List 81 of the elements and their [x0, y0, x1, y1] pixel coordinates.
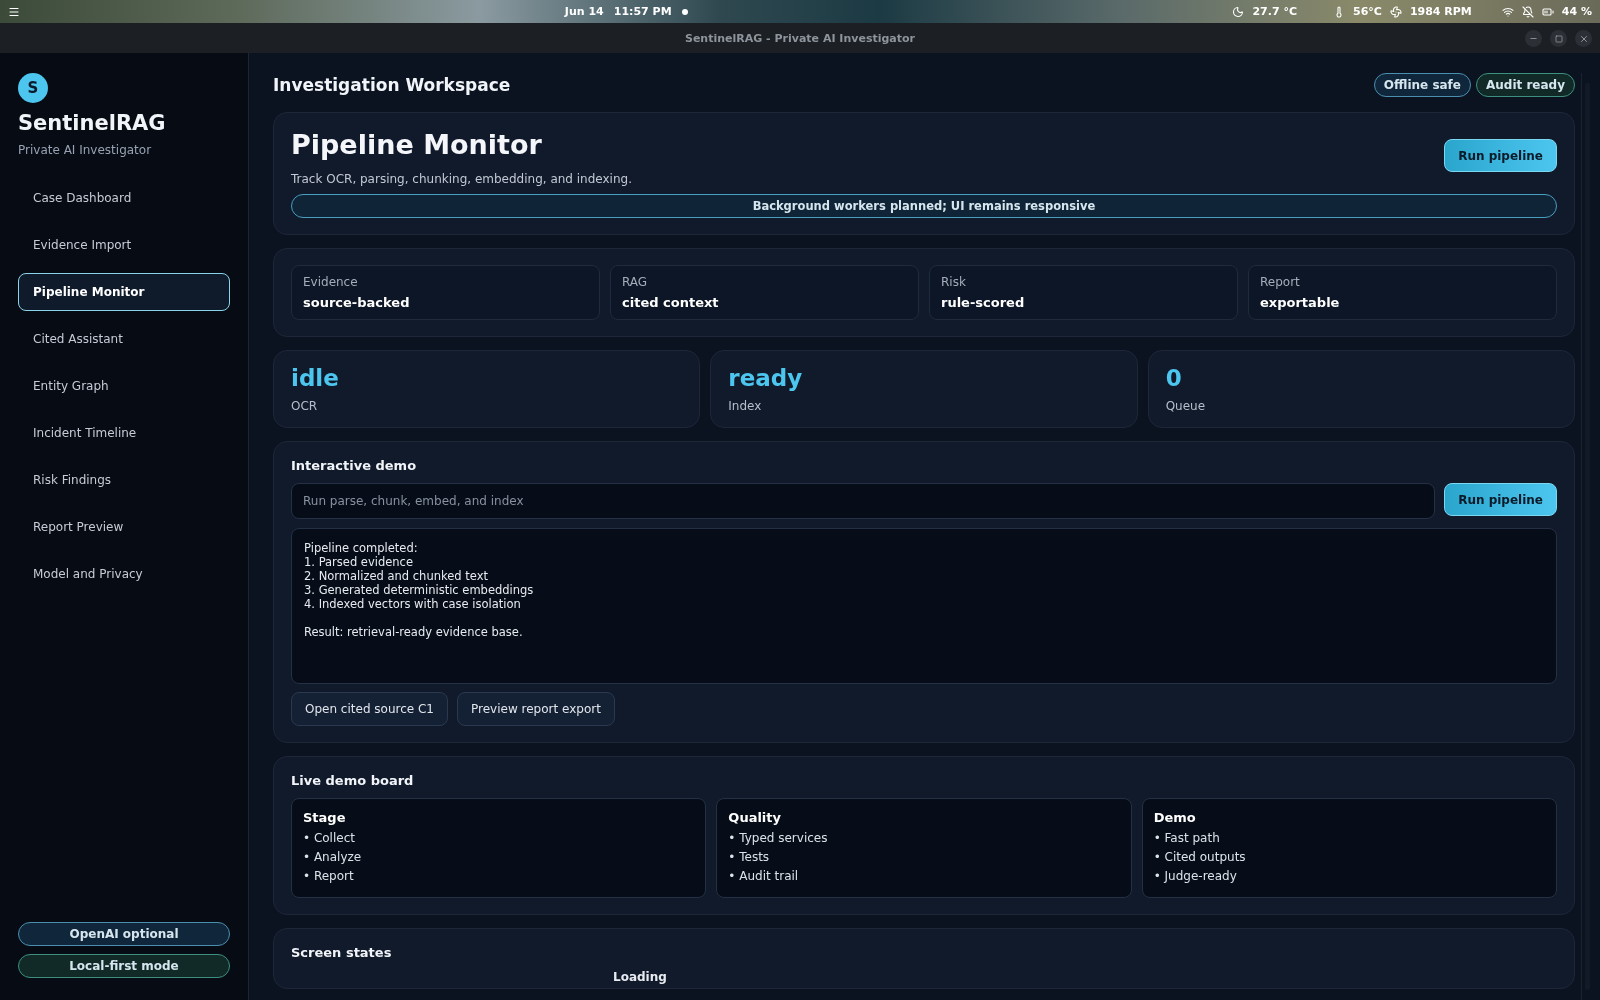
nav-item[interactable]: Cited Assistant	[18, 320, 230, 358]
status-badge: Offline safe	[1373, 73, 1471, 97]
nav-item[interactable]: Incident Timeline	[18, 414, 230, 452]
nav-item[interactable]: Case Dashboard	[18, 179, 230, 217]
list-item: • Cited outputs	[1153, 849, 1247, 866]
nav-item[interactable]: Evidence Import	[18, 226, 230, 264]
menu-icon[interactable]	[8, 5, 20, 18]
column-title: Demo	[1153, 810, 1197, 825]
logo-avatar: S	[18, 73, 48, 103]
close-icon	[1578, 33, 1589, 44]
nav-item[interactable]: Entity Graph	[18, 367, 230, 405]
clock-text: 11:57 PM	[613, 5, 672, 18]
stat-label: Index	[728, 399, 763, 413]
tile-value: source-backed	[303, 295, 411, 310]
card-title: Screen states	[291, 945, 393, 960]
tile-value: rule-scored	[941, 295, 1026, 310]
app-name: SentinelRAG	[18, 111, 167, 135]
list-item: • Typed services	[728, 830, 829, 847]
nav-item[interactable]: Risk Findings	[18, 461, 230, 499]
tile-label: Evidence	[303, 275, 359, 289]
nav-item[interactable]: Report Preview	[18, 508, 230, 546]
moon-icon	[1232, 5, 1245, 18]
list-item: • Tests	[728, 849, 771, 866]
date-text: Jun 14	[564, 5, 604, 18]
action-button[interactable]: Preview report export	[457, 692, 615, 726]
page-title: Investigation Workspace	[273, 75, 511, 95]
maximize-button[interactable]	[1550, 30, 1567, 47]
run-pipeline-button[interactable]: Run pipeline	[1444, 139, 1557, 172]
battery-text: 44 %	[1561, 5, 1592, 18]
status-badge: Audit ready	[1476, 73, 1575, 97]
state-label: Loading	[613, 970, 668, 984]
tile-value: exportable	[1260, 295, 1341, 310]
close-button[interactable]	[1575, 30, 1592, 47]
output-line: Pipeline completed:	[304, 541, 419, 555]
battery-icon[interactable]	[1541, 5, 1554, 18]
stat-label: OCR	[291, 399, 319, 413]
status-badge: OpenAI optional	[18, 922, 230, 946]
app-subtitle: Private AI Investigator	[18, 143, 153, 157]
cpu-temperature-text: 56°C	[1353, 5, 1382, 18]
fan-icon	[1389, 5, 1402, 18]
column-title: Quality	[728, 810, 782, 825]
tile-label: Risk	[941, 275, 967, 289]
maximize-icon	[1554, 34, 1563, 43]
bell-off-icon[interactable]	[1521, 5, 1534, 18]
output-line: 2. Normalized and chunked text	[304, 569, 489, 583]
stat-value: 0	[1165, 365, 1183, 391]
stat-value: idle	[291, 365, 340, 391]
status-badge: Local-first mode	[18, 954, 230, 978]
fan-speed-text: 1984 RPM	[1409, 5, 1472, 18]
nav-item[interactable]: Model and Privacy	[18, 555, 230, 593]
list-item: • Analyze	[303, 849, 363, 866]
tile-label: Report	[1260, 275, 1301, 289]
list-item: • Audit trail	[728, 868, 800, 885]
info-banner: Background workers planned; UI remains responsive	[291, 194, 1557, 218]
column-title: Stage	[303, 810, 347, 825]
list-item: • Collect	[303, 830, 356, 847]
output-line: 1. Parsed evidence	[304, 555, 414, 569]
notification-dot-icon	[681, 8, 688, 15]
list-item: • Fast path	[1153, 830, 1221, 847]
list-item: • Report	[303, 868, 355, 885]
wifi-icon[interactable]	[1501, 5, 1514, 18]
card-title: Live demo board	[291, 773, 415, 788]
output-line: 4. Indexed vectors with case isolation	[304, 597, 522, 611]
thermometer-icon	[1333, 5, 1345, 18]
run-pipeline-button[interactable]: Run pipeline	[1444, 483, 1557, 516]
output-line: 3. Generated deterministic embeddings	[304, 583, 535, 597]
section-title: Pipeline Monitor	[291, 129, 543, 160]
stat-value: ready	[728, 365, 804, 391]
command-input-field[interactable]: Run parse, chunk, embed, and index	[291, 483, 1436, 519]
tile-value: cited context	[622, 295, 720, 310]
nav-item[interactable]: Pipeline Monitor	[18, 273, 230, 311]
temperature-text: 27.7 °C	[1252, 5, 1297, 18]
tile-label: RAG	[622, 275, 649, 289]
output-line: Result: retrieval-ready evidence base.	[304, 625, 524, 639]
section-description: Track OCR, parsing, chunking, embedding, and indexing.	[291, 172, 632, 186]
list-item: • Judge-ready	[1153, 868, 1238, 885]
minimize-button[interactable]	[1525, 30, 1542, 47]
card-title: Interactive demo	[291, 458, 418, 473]
action-button[interactable]: Open cited source C1	[291, 692, 448, 726]
stat-label: Queue	[1165, 399, 1207, 413]
window-title: SentinelRAG - Private AI Investigator	[684, 31, 915, 45]
